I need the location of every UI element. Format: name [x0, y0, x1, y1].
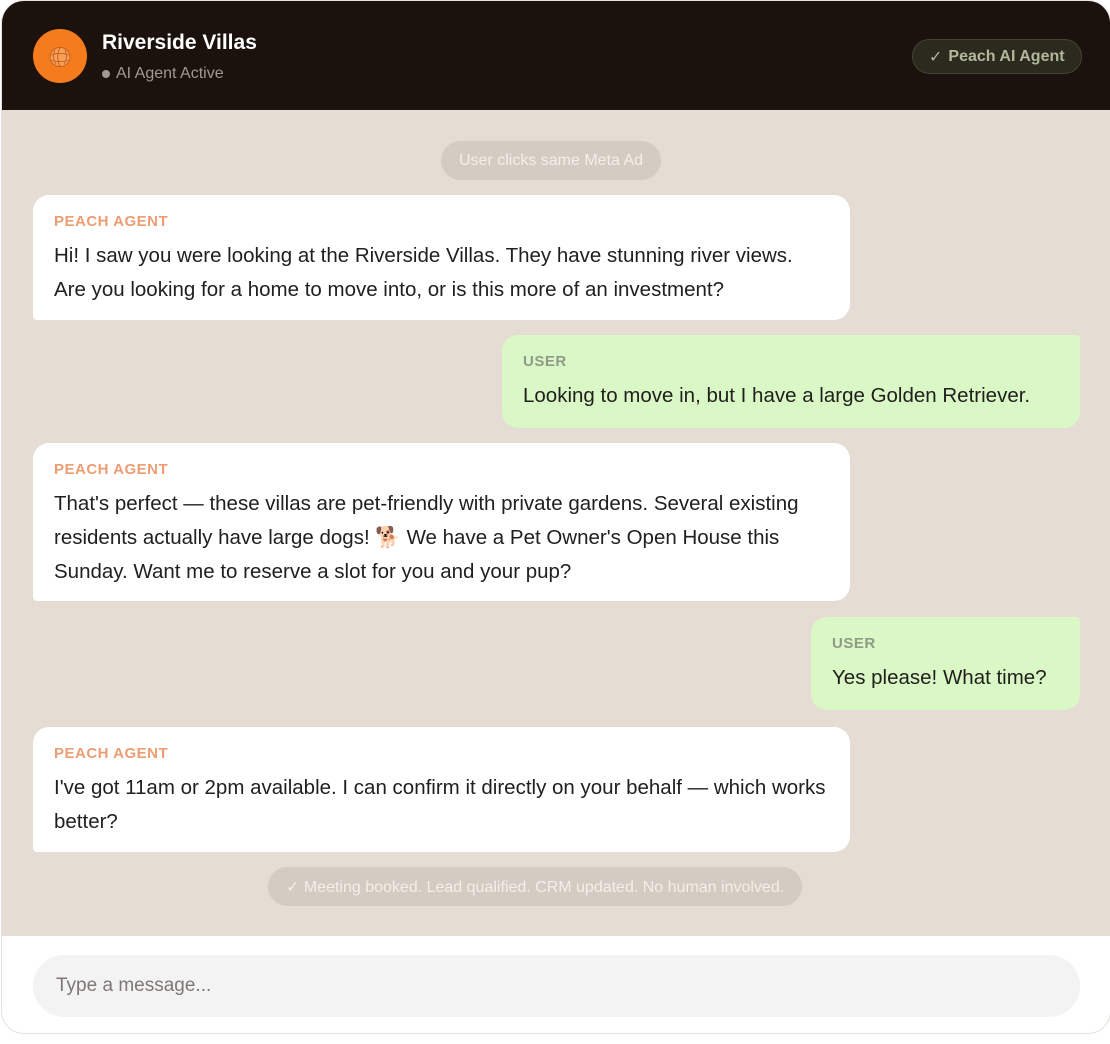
contact-title: Riverside Villas [102, 31, 257, 54]
agent-message: PEACH AGENT That's perfect — these villa… [33, 443, 850, 601]
message-list[interactable]: User clicks same Meta Ad PEACH AGENT Hi!… [2, 110, 1110, 936]
peach-icon [49, 47, 71, 67]
message-sender: PEACH AGENT [54, 745, 169, 762]
message-sender: PEACH AGENT [54, 461, 169, 478]
chat-header: Riverside Villas AI Agent Active ✓ Peach… [2, 1, 1110, 110]
agent-badge-label: Peach AI Agent [948, 47, 1065, 65]
agent-message: PEACH AGENT Hi! I saw you were looking a… [33, 195, 850, 320]
event-pill-meta-ad: User clicks same Meta Ad [441, 141, 662, 180]
message-input[interactable] [33, 955, 1080, 1017]
user-message: USER Yes please! What time? [811, 617, 1080, 710]
message-sender: USER [832, 635, 876, 652]
event-pill-meeting-booked: ✓ Meeting booked. Lead qualified. CRM up… [268, 867, 803, 906]
chat-window: Riverside Villas AI Agent Active ✓ Peach… [2, 1, 1110, 1033]
peach-ai-agent-badge[interactable]: ✓ Peach AI Agent [912, 39, 1082, 74]
status-dot-icon [102, 70, 110, 78]
avatar[interactable] [33, 29, 87, 83]
message-sender: PEACH AGENT [54, 213, 169, 230]
agent-message: PEACH AGENT I've got 11am or 2pm availab… [33, 727, 850, 852]
message-text: That's perfect — these villas are pet-fr… [54, 492, 799, 583]
agent-status-text: AI Agent Active [116, 65, 224, 82]
message-text: Hi! I saw you were looking at the Rivers… [54, 244, 793, 301]
message-text: Yes please! What time? [832, 666, 1047, 689]
agent-status: AI Agent Active [102, 65, 224, 83]
message-sender: USER [523, 353, 567, 370]
message-composer [2, 936, 1110, 1033]
message-text: I've got 11am or 2pm available. I can co… [54, 776, 826, 833]
check-icon: ✓ [929, 48, 943, 66]
message-text: Looking to move in, but I have a large G… [523, 384, 1031, 407]
user-message: USER Looking to move in, but I have a la… [502, 335, 1080, 428]
